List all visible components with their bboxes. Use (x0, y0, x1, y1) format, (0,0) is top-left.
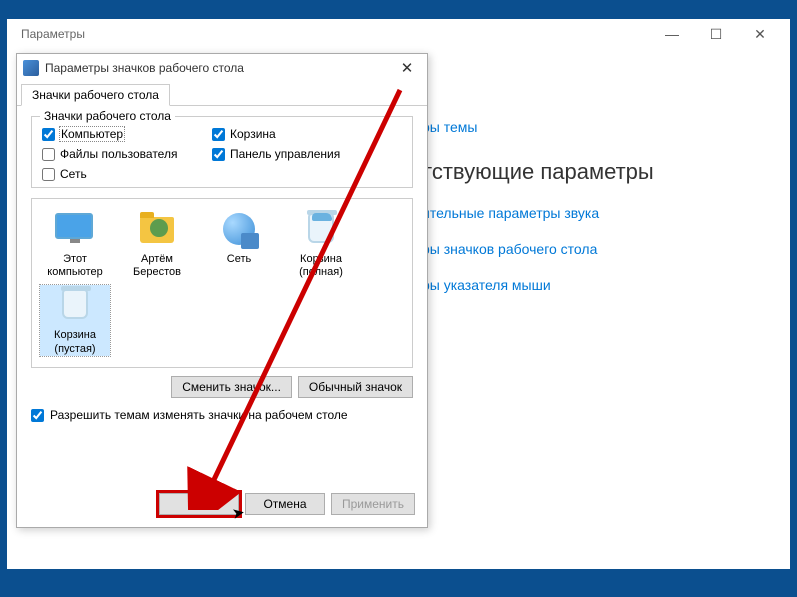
icon-preview-box: Этот компьютер Артём Берестов Сеть Корзи… (31, 198, 413, 368)
related-link-cursor[interactable]: ры указателя мыши (422, 277, 790, 293)
checkbox-network[interactable]: Сеть (42, 167, 202, 181)
icon-this-pc[interactable]: Этот компьютер (40, 209, 110, 279)
allow-themes-input[interactable] (31, 409, 44, 422)
maximize-button[interactable]: ☐ (694, 20, 738, 48)
related-heading: тствующие параметры (422, 159, 790, 185)
icon-user-folder[interactable]: Артём Берестов (122, 209, 192, 279)
tab-desktop-icons[interactable]: Значки рабочего стола (21, 84, 170, 106)
checkbox-network-input[interactable] (42, 168, 55, 181)
related-link-desktop-icons[interactable]: ры значков рабочего стола (422, 241, 790, 257)
icon-buttons-row: Сменить значок... Обычный значок (31, 376, 413, 398)
checkbox-controlpanel-input[interactable] (212, 148, 225, 161)
apply-button[interactable]: Применить (331, 493, 415, 515)
theme-link[interactable]: ры темы (422, 119, 790, 135)
dialog-content: Значки рабочего стола Компьютер Корзина … (17, 106, 427, 432)
icon-recycle-empty[interactable]: Корзина (пустая) (40, 285, 110, 355)
settings-titlebar: Параметры — ☐ ✕ (7, 19, 790, 49)
checkbox-grid: Компьютер Корзина Файлы пользователя Пан… (42, 127, 402, 181)
related-link-sound[interactable]: ительные параметры звука (422, 205, 790, 221)
window-controls: — ☐ ✕ (650, 20, 782, 48)
recycle-full-icon (308, 213, 334, 243)
checkbox-recycle[interactable]: Корзина (212, 127, 402, 141)
dialog-bottom-buttons: ОК Отмена Применить (159, 493, 415, 515)
default-icon-button[interactable]: Обычный значок (298, 376, 413, 398)
icon-recycle-full[interactable]: Корзина (полная) (286, 209, 356, 279)
icons-groupbox: Значки рабочего стола Компьютер Корзина … (31, 116, 413, 188)
dialog-icon (23, 60, 39, 76)
checkbox-userfiles-input[interactable] (42, 148, 55, 161)
checkbox-userfiles[interactable]: Файлы пользователя (42, 147, 202, 161)
checkbox-computer[interactable]: Компьютер (42, 127, 202, 141)
tab-strip: Значки рабочего стола (17, 84, 427, 106)
dialog-close-button[interactable]: ✕ (393, 59, 421, 77)
ok-button[interactable]: ОК (159, 493, 239, 515)
icon-network[interactable]: Сеть (204, 209, 274, 279)
dialog-titlebar: Параметры значков рабочего стола ✕ (17, 54, 427, 82)
groupbox-title: Значки рабочего стола (40, 109, 175, 123)
icon-grid: Этот компьютер Артём Берестов Сеть Корзи… (40, 209, 404, 356)
dialog-title: Параметры значков рабочего стола (45, 61, 393, 75)
desktop-icons-dialog: Параметры значков рабочего стола ✕ Значк… (16, 53, 428, 528)
settings-title: Параметры (15, 27, 650, 41)
close-button[interactable]: ✕ (738, 20, 782, 48)
allow-themes-checkbox[interactable]: Разрешить темам изменять значки на рабоч… (31, 408, 413, 422)
minimize-button[interactable]: — (650, 20, 694, 48)
change-icon-button[interactable]: Сменить значок... (171, 376, 292, 398)
checkbox-computer-input[interactable] (42, 128, 55, 141)
recycle-empty-icon (62, 289, 88, 319)
cancel-button[interactable]: Отмена (245, 493, 325, 515)
network-icon (223, 213, 255, 245)
user-folder-icon (140, 217, 174, 243)
checkbox-controlpanel[interactable]: Панель управления (212, 147, 402, 161)
checkbox-recycle-input[interactable] (212, 128, 225, 141)
monitor-icon (55, 213, 93, 239)
